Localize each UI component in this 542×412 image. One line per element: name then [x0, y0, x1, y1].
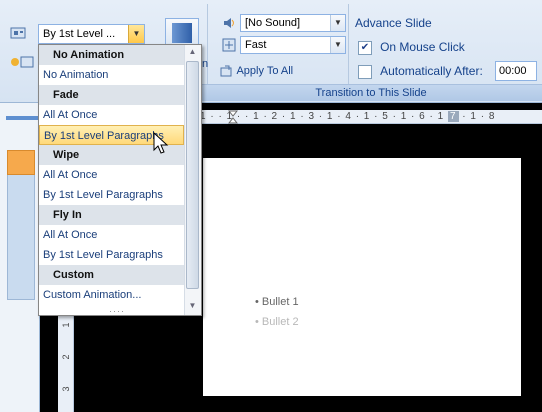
animation-dropdown-list[interactable]: No Animation No Animation Fade All At Once B… [38, 44, 202, 316]
slide-bullet-2[interactable]: • Bullet 2 [255, 316, 299, 328]
group-separator [348, 4, 349, 88]
on-mouse-click-checkbox-row[interactable]: ✔ On Mouse Click [358, 40, 498, 56]
partial-label: n [202, 58, 209, 70]
slide-canvas[interactable]: • Bullet 1 • Bullet 2 [203, 158, 521, 396]
apply-to-all-icon [220, 65, 234, 77]
dropdown-group-header: Fade [39, 85, 184, 105]
dropdown-item[interactable]: All At Once [39, 105, 184, 125]
indent-marker-icon[interactable] [227, 110, 239, 124]
mouse-pointer-icon [152, 131, 172, 156]
animation-combo-value: By 1st Level ... [43, 28, 116, 40]
preview-icon[interactable] [10, 26, 26, 40]
animation-combo[interactable]: By 1st Level ... ▼ [38, 24, 145, 44]
sound-icon [222, 16, 236, 30]
vertical-ruler: 1 2 3 [58, 310, 74, 412]
scroll-up-icon[interactable]: ▲ [184, 45, 201, 59]
chevron-down-icon[interactable]: ▼ [330, 37, 345, 53]
auto-time-input[interactable]: 00:00 [495, 61, 537, 81]
ruler-v-number: 3 [61, 386, 71, 392]
on-mouse-click-checkbox[interactable]: ✔ [358, 41, 372, 56]
sound-combo-value: [No Sound] [245, 17, 301, 29]
group-separator [207, 4, 208, 88]
automatically-after-checkbox-row[interactable]: Automatically After: [358, 64, 498, 80]
ruler-ticks-tail: · 1 · 8 [458, 111, 496, 122]
on-mouse-click-label: On Mouse Click [380, 40, 465, 54]
dropdown-item[interactable]: All At Once [39, 225, 184, 245]
sound-combo[interactable]: [No Sound] ▼ [240, 14, 346, 32]
dropdown-group-header: No Animation [39, 45, 184, 65]
slide-transition-icon [172, 23, 192, 43]
panel-tab-accent [6, 116, 38, 120]
automatically-after-checkbox[interactable] [358, 65, 372, 80]
dropdown-item[interactable]: All At Once [39, 165, 184, 185]
transition-group-label-text: Transition to This Slide [315, 87, 427, 99]
auto-time-value: 00:00 [499, 65, 527, 77]
horizontal-ruler: 1 · · 1 · · 1 · 2 · 1 · 3 · 1 · 4 · 1 · … [200, 110, 542, 124]
resize-grip-icon[interactable]: ···· [109, 307, 129, 316]
speed-icon [222, 38, 236, 52]
chevron-down-icon[interactable]: ▼ [128, 25, 144, 43]
chevron-down-icon[interactable]: ▼ [330, 15, 345, 31]
scrollbar-thumb[interactable] [186, 61, 199, 289]
apply-to-all-label: Apply To All [236, 65, 294, 77]
speed-combo[interactable]: Fast ▼ [240, 36, 346, 54]
dropdown-item[interactable]: Custom Animation... [39, 285, 184, 305]
dropdown-group-header: Fly In [39, 205, 184, 225]
slide-thumbnail-selected[interactable] [7, 150, 35, 175]
dropdown-group-header: Custom [39, 265, 184, 285]
ruler-v-number: 1 [61, 322, 71, 328]
ruler-highlight: 7 [447, 111, 459, 122]
advance-slide-title: Advance Slide [355, 16, 432, 30]
slide-bullet-1[interactable]: • Bullet 1 [255, 296, 299, 308]
dropdown-item[interactable]: By 1st Level Paragraphs [39, 185, 184, 205]
custom-animation-icon[interactable] [10, 54, 36, 70]
apply-to-all-button[interactable]: Apply To All [220, 63, 330, 79]
automatically-after-label: Automatically After: [380, 64, 483, 78]
dropdown-item[interactable]: By 1st Level Paragraphs [39, 245, 184, 265]
dropdown-item[interactable]: No Animation [39, 65, 184, 85]
speed-combo-value: Fast [245, 39, 267, 51]
ruler-v-number: 2 [61, 354, 71, 360]
transition-group-label: Transition to This Slide [200, 84, 542, 101]
scroll-down-icon[interactable]: ▼ [184, 299, 201, 313]
